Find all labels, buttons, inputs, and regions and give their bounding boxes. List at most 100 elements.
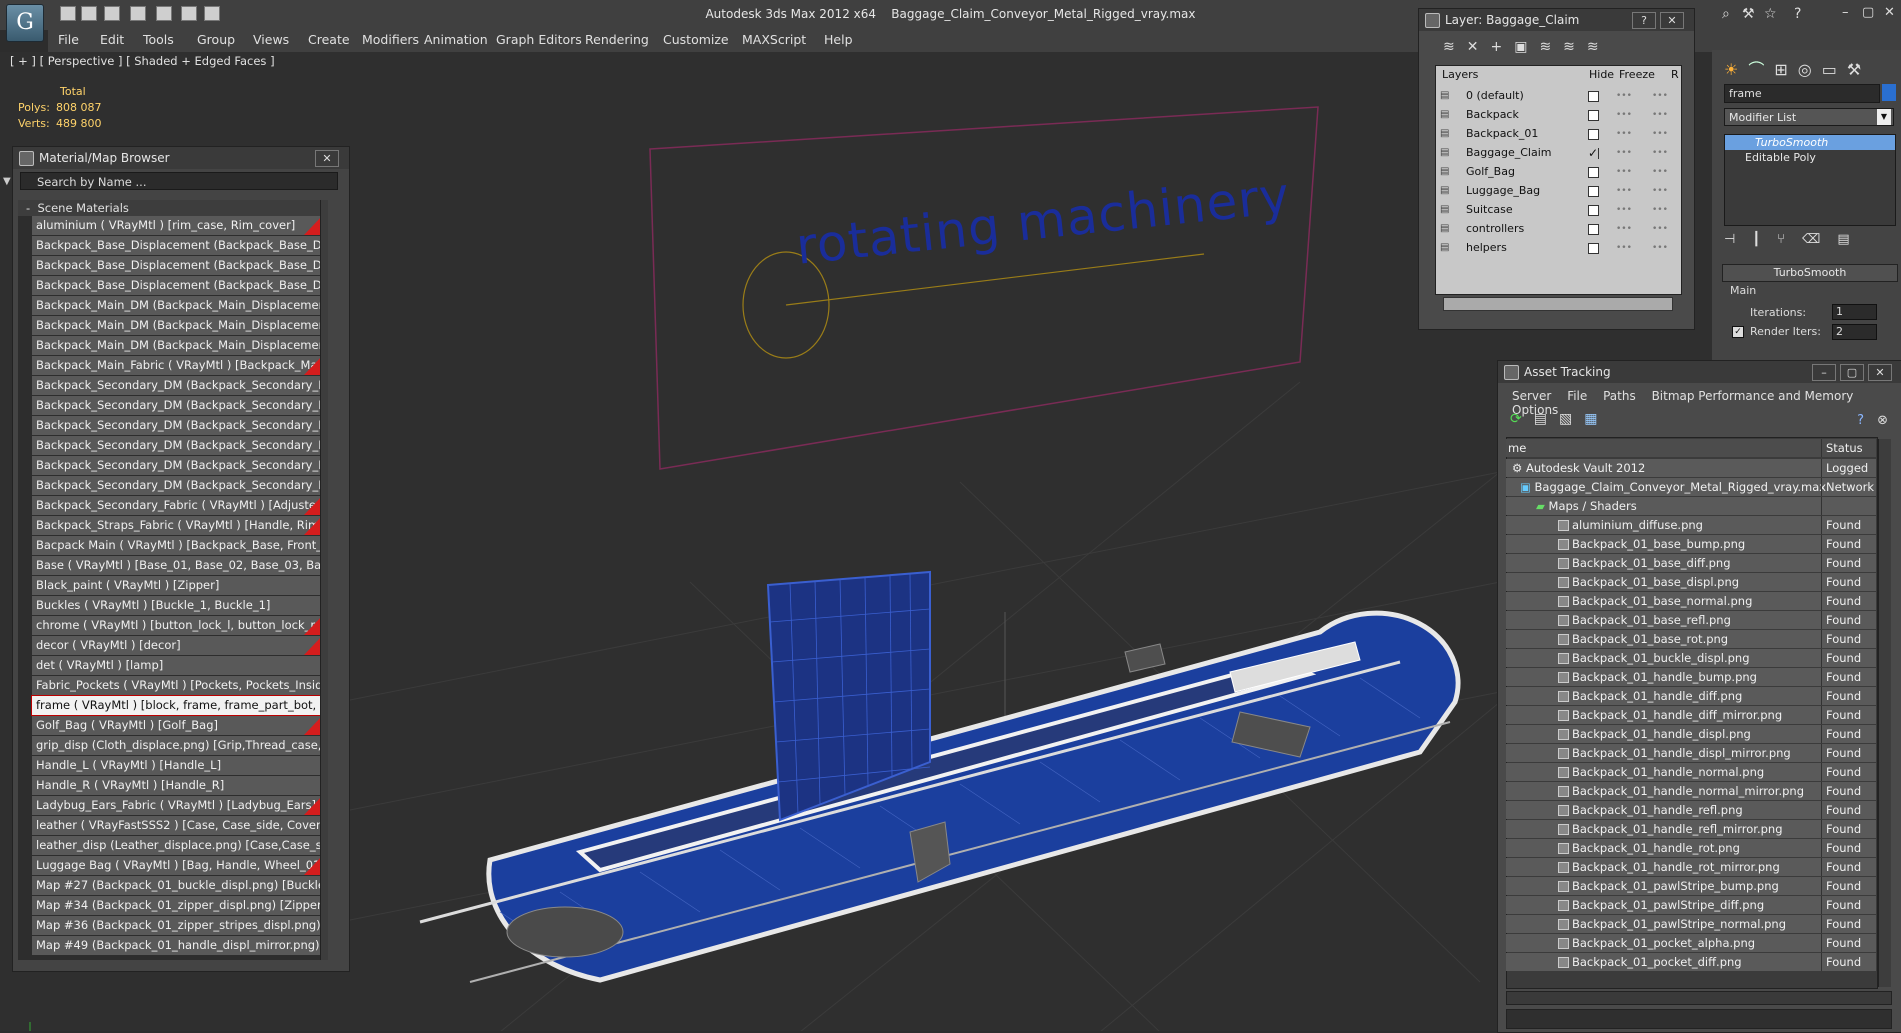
material-item[interactable]: Map #34 (Backpack_01_zipper_displ.png) [… — [32, 896, 322, 915]
minimize-icon[interactable]: – — [1842, 5, 1849, 20]
material-item[interactable]: Backpack_Main_Fabric ( VRayMtl ) [Backpa… — [32, 356, 322, 375]
material-item[interactable]: Buckles ( VRayMtl ) [Buckle_1, Buckle_1] — [32, 596, 322, 615]
hierarchy-tab-icon[interactable]: ⊞ — [1774, 60, 1797, 79]
material-item[interactable]: Backpack_Straps_Fabric ( VRayMtl ) [Hand… — [32, 516, 322, 535]
pin-icon[interactable]: ⊗ — [1877, 413, 1888, 428]
minimize-icon[interactable]: – — [1812, 364, 1836, 381]
layer-freeze-toggle[interactable]: ••• — [1652, 220, 1668, 238]
utilities-tab-icon[interactable]: ⚒ — [1847, 60, 1871, 79]
asset-map-row[interactable]: Backpack_01_pocket_alpha.png Found — [1506, 934, 1876, 952]
asset-row-maps-folder[interactable]: ▰ Maps / Shaders — [1506, 497, 1876, 515]
list-view-icon[interactable]: ▤ — [1534, 411, 1559, 427]
menu-graph-editors[interactable]: Graph Editors — [496, 30, 582, 50]
maximize-icon[interactable]: ▢ — [1862, 5, 1874, 20]
menu-help[interactable]: Help — [824, 30, 853, 50]
col-name[interactable]: me — [1506, 441, 1526, 455]
layer-titlebar[interactable]: Layer: Baggage_Claim ? ✕ — [1419, 9, 1694, 31]
material-item[interactable]: Base ( VRayMtl ) [Base_01, Base_02, Base… — [32, 556, 322, 575]
chevron-down-icon[interactable]: ▼ — [3, 173, 11, 191]
layer-hide-checkbox[interactable] — [1588, 243, 1599, 254]
layer-row[interactable]: ▤ Suitcase ••• ••• — [1436, 201, 1676, 219]
menu-create[interactable]: Create — [308, 30, 350, 50]
close-icon[interactable]: ✕ — [1868, 364, 1892, 381]
display-tab-icon[interactable]: ▭ — [1822, 60, 1847, 79]
material-item[interactable]: Map #36 (Backpack_01_zipper_stripes_disp… — [32, 916, 322, 935]
material-item[interactable]: Backpack_Main_DM (Backpack_Main_Displace… — [32, 336, 322, 355]
iterations-spinner[interactable]: 1 — [1832, 304, 1877, 320]
search-icon[interactable]: ⌕ — [1722, 6, 1730, 22]
menu-views[interactable]: Views — [253, 30, 289, 50]
material-item[interactable]: Backpack_Secondary_DM (Backpack_Secondar… — [32, 436, 322, 455]
material-item[interactable]: Backpack_Secondary_DM (Backpack_Secondar… — [32, 456, 322, 475]
asset-map-row[interactable]: Backpack_01_pawlStripe_normal.png Found — [1506, 915, 1876, 933]
group-scene-materials[interactable]: - Scene Materials — [18, 200, 328, 216]
asset-map-row[interactable]: Backpack_01_handle_bump.png Found — [1506, 668, 1876, 686]
object-name-field[interactable]: frame — [1724, 84, 1880, 103]
layer-row[interactable]: ▤ Baggage_Claim ✓ ••• ••• — [1436, 144, 1676, 162]
asset-hscrollbar[interactable] — [1506, 991, 1892, 1005]
menu-group[interactable]: Group — [197, 30, 235, 50]
asset-map-row[interactable]: Backpack_01_pocket_diff.png Found — [1506, 953, 1876, 971]
thumbnail-view-icon[interactable]: ▧ — [1559, 411, 1584, 427]
material-item[interactable]: Ladybug_Ears_Fabric ( VRayMtl ) [Ladybug… — [32, 796, 322, 815]
layer-row[interactable]: ▤ Backpack_01 ••• ••• — [1436, 125, 1676, 143]
layer-hide-toggle[interactable]: ••• — [1616, 144, 1632, 162]
help-icon[interactable]: ? — [1794, 6, 1801, 22]
layer-hide-checkbox[interactable] — [1588, 167, 1599, 178]
layer-hide-toggle[interactable]: ••• — [1616, 125, 1632, 143]
motion-tab-icon[interactable]: ◎ — [1798, 60, 1822, 79]
select-in-layer-icon[interactable]: ▣ — [1514, 39, 1539, 55]
asset-map-row[interactable]: Backpack_01_pawlStripe_diff.png Found — [1506, 896, 1876, 914]
material-item[interactable]: frame ( VRayMtl ) [block, frame, frame_p… — [31, 695, 323, 716]
asset-map-row[interactable]: Backpack_01_base_displ.png Found — [1506, 573, 1876, 591]
layer-freeze-toggle[interactable]: ••• — [1652, 144, 1668, 162]
layer-hide-toggle[interactable]: ••• — [1616, 87, 1632, 105]
asset-row-file[interactable]: ▣ Baggage_Claim_Conveyor_Metal_Rigged_vr… — [1506, 478, 1876, 496]
material-item[interactable]: Backpack_Secondary_DM (Backpack_Secondar… — [32, 416, 322, 435]
viewport-label[interactable]: [ + ] [ Perspective ] [ Shaded + Edged F… — [10, 54, 275, 68]
help-icon[interactable]: ? — [1857, 413, 1864, 428]
asset-menu-file[interactable]: File — [1567, 389, 1587, 403]
material-item[interactable]: aluminium ( VRayMtl ) [rim_case, Rim_cov… — [32, 216, 322, 235]
asset-map-row[interactable]: Backpack_01_base_normal.png Found — [1506, 592, 1876, 610]
asset-map-row[interactable]: Backpack_01_handle_displ.png Found — [1506, 725, 1876, 743]
material-search-input[interactable]: ▼ Search by Name ... — [3, 172, 338, 190]
table-view-icon[interactable]: ▦ — [1584, 411, 1609, 427]
layer-freeze-toggle[interactable]: ••• — [1652, 125, 1668, 143]
menu-edit[interactable]: Edit — [100, 30, 124, 50]
asset-map-row[interactable]: aluminium_diffuse.png Found — [1506, 516, 1876, 534]
layer-hide-toggle[interactable]: ••• — [1616, 220, 1632, 238]
material-item[interactable]: det ( VRayMtl ) [lamp] — [32, 656, 322, 675]
stack-item-editable-poly[interactable]: Editable Poly — [1725, 150, 1895, 165]
layer-row[interactable]: ▤ Golf_Bag ••• ••• — [1436, 163, 1676, 181]
menu-file[interactable]: File — [58, 30, 79, 50]
layer-hide-toggle[interactable]: ••• — [1616, 201, 1632, 219]
layer-hide-checkbox[interactable] — [1588, 186, 1599, 197]
highlight-layer-icon[interactable]: ≋ — [1539, 39, 1563, 55]
asset-path-field[interactable] — [1506, 1009, 1892, 1029]
layer-freeze-toggle[interactable]: ••• — [1652, 163, 1668, 181]
material-item[interactable]: Map #27 (Backpack_01_buckle_displ.png) [… — [32, 876, 322, 895]
layer-hide-checkbox[interactable] — [1588, 224, 1599, 235]
material-browser-titlebar[interactable]: Material/Map Browser ✕ — [13, 147, 349, 169]
material-item[interactable]: Black_paint ( VRayMtl ) [Zipper] — [32, 576, 322, 595]
configure-sets-icon[interactable]: ▤ — [1837, 232, 1866, 247]
material-item[interactable]: Backpack_Secondary_DM (Backpack_Secondar… — [32, 476, 322, 495]
layer-hide-checkbox[interactable] — [1588, 110, 1599, 121]
material-item[interactable]: chrome ( VRayMtl ) [button_lock_l, butto… — [32, 616, 322, 635]
asset-map-row[interactable]: Backpack_01_handle_refl_mirror.png Found — [1506, 820, 1876, 838]
asset-map-row[interactable]: Backpack_01_handle_rot.png Found — [1506, 839, 1876, 857]
menu-animation[interactable]: Animation — [424, 30, 488, 50]
material-item[interactable]: Handle_L ( VRayMtl ) [Handle_L] — [32, 756, 322, 775]
asset-map-row[interactable]: Backpack_01_base_rot.png Found — [1506, 630, 1876, 648]
render-iters-spinner[interactable]: 2 — [1832, 324, 1877, 340]
layer-row[interactable]: ▤ Backpack ••• ••• — [1436, 106, 1676, 124]
col-status[interactable]: Status — [1821, 439, 1876, 457]
material-item[interactable]: Fabric_Pockets ( VRayMtl ) [Pockets, Poc… — [32, 676, 322, 695]
material-item[interactable]: Bacpack Main ( VRayMtl ) [Backpack_Base,… — [32, 536, 322, 555]
asset-map-row[interactable]: Backpack_01_handle_displ_mirror.png Found — [1506, 744, 1876, 762]
hide-all-icon[interactable]: ≋ — [1563, 39, 1587, 55]
favorites-icon[interactable]: ☆ — [1764, 6, 1777, 22]
make-unique-icon[interactable]: ⑂ — [1777, 232, 1802, 247]
asset-row-vault[interactable]: ⚙ Autodesk Vault 2012 Logged — [1506, 459, 1876, 477]
